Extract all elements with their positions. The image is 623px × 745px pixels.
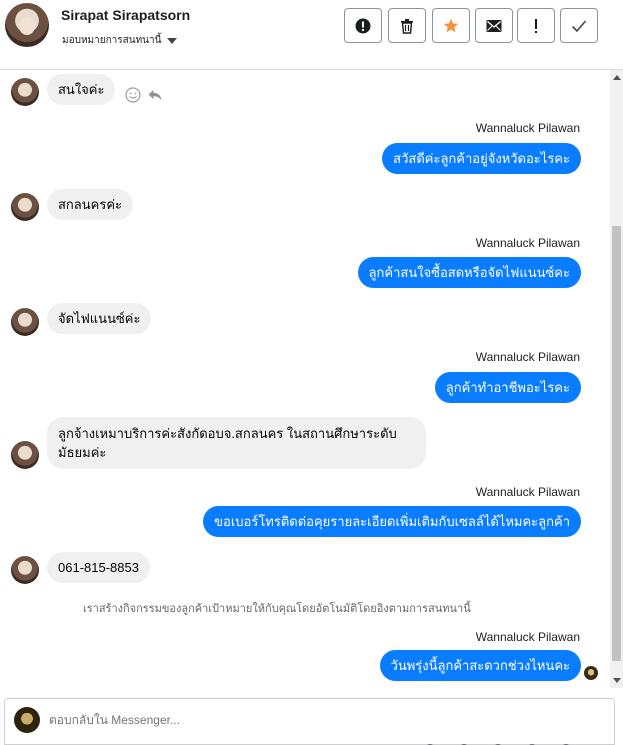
contact-name[interactable]: Sirapat Sirapatsorn (61, 7, 190, 23)
contact-avatar[interactable] (5, 3, 49, 47)
scroll-up-arrow-icon[interactable] (613, 75, 621, 80)
incoming-message[interactable]: ลูกจ้างเหมาบริการค่ะสังกัดอบจ.สกลนคร ในส… (47, 417, 426, 469)
incoming-message[interactable]: 061-815-8853 (47, 552, 150, 583)
system-note: เราสร้างกิจกรรมของลูกค้าเป้าหมายให้กับคุ… (83, 603, 471, 615)
trash-icon (401, 18, 413, 34)
composer-toolbar (425, 741, 615, 745)
sender-name: Wannaluck Pilawan (475, 121, 580, 135)
envelope-icon (486, 19, 502, 32)
star-icon (443, 18, 459, 32)
mark-done-button[interactable] (560, 8, 598, 43)
sender-name: Wannaluck Pilawan (475, 485, 580, 499)
reply-input[interactable] (49, 713, 349, 727)
flag-button[interactable] (517, 8, 555, 43)
reply-icon[interactable] (147, 87, 163, 103)
incoming-message[interactable]: จัดไฟแนนซ์ค่ะ (47, 303, 152, 334)
exclamation-icon (535, 18, 537, 33)
spam-alert-icon (355, 18, 371, 33)
smiley-icon[interactable] (125, 87, 141, 103)
customer-avatar (11, 193, 39, 221)
outgoing-message[interactable]: วันพรุ่งนี้ลูกค้าสะดวกช่วงไหนคะ (379, 650, 581, 681)
outgoing-message[interactable]: ขอเบอร์โทรติดต่อคุยรายละเอียดเพิ่มเติมกั… (203, 506, 581, 537)
sender-name: Wannaluck Pilawan (475, 350, 580, 364)
outgoing-message[interactable]: สวัสดีค่ะลูกค้าอยู่จังหวัดอะไรคะ (382, 143, 581, 174)
incoming-message[interactable]: สนใจค่ะ (47, 74, 116, 105)
customer-avatar (11, 556, 39, 584)
mark-unread-button[interactable] (475, 8, 513, 43)
spam-button[interactable] (344, 8, 382, 43)
outgoing-message[interactable]: ลูกค้าสนใจซื้อสดหรือจัดไฟแนนซ์คะ (357, 257, 581, 288)
incoming-message[interactable]: สกลนครค่ะ (47, 189, 134, 220)
conversation-header: Sirapat Sirapatsorn มอบหมายการสนทนานี้ (0, 0, 623, 70)
caret-down-icon (167, 37, 178, 44)
seen-avatar (584, 666, 598, 680)
customer-avatar (11, 441, 39, 469)
sender-name: Wannaluck Pilawan (475, 630, 580, 644)
sender-name: Wannaluck Pilawan (475, 236, 580, 250)
message-thread[interactable]: สนใจค่ะ Wannaluck Pilawan สวัสดีค่ะลูกค้… (0, 70, 610, 688)
scrollbar-thumb[interactable] (612, 226, 621, 661)
outgoing-message[interactable]: ลูกค้าทำอาชีพอะไรคะ (434, 372, 581, 403)
assign-conversation-dropdown[interactable]: มอบหมายการสนทนานี้ (62, 33, 178, 48)
customer-avatar (11, 78, 39, 106)
reply-composer[interactable] (4, 698, 615, 745)
scroll-down-arrow-icon[interactable] (613, 678, 621, 683)
delete-button[interactable] (388, 8, 426, 43)
scrollbar[interactable] (610, 70, 623, 688)
page-avatar (14, 707, 40, 733)
check-icon (571, 19, 587, 32)
assign-label: มอบหมายการสนทนานี้ (62, 35, 162, 46)
star-button[interactable] (432, 8, 470, 43)
customer-avatar (11, 308, 39, 336)
